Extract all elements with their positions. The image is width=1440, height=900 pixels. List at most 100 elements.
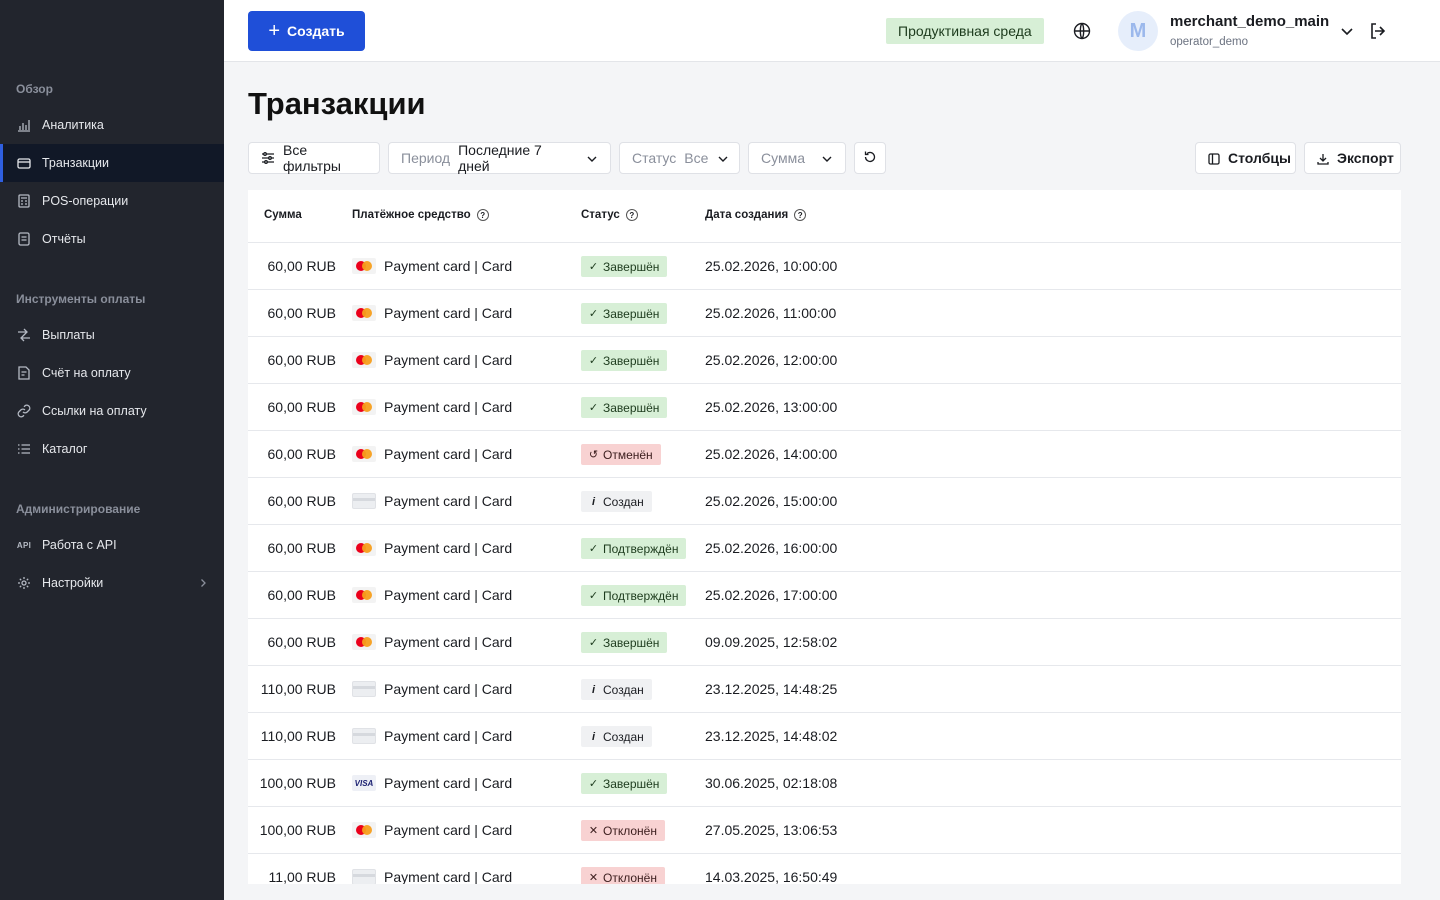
avatar[interactable]: M: [1118, 11, 1158, 51]
table-row[interactable]: 60,00 RUB Payment card | Card ↺ Отменён 25.0…: [248, 431, 1401, 478]
mastercard-icon: [352, 822, 376, 838]
mastercard-icon: [352, 540, 376, 556]
status-select[interactable]: Статус Все: [619, 142, 740, 174]
columns-button[interactable]: Столбцы: [1195, 142, 1296, 174]
status-badge: ✓ Завершён: [581, 256, 668, 277]
logout-icon[interactable]: [1368, 21, 1388, 41]
sidebar-item-payouts[interactable]: Выплаты: [0, 316, 224, 354]
table-row[interactable]: 11,00 RUB Payment card | Card ✕ Отклонён 14.…: [248, 854, 1401, 884]
row-amount: 60,00 RUB: [267, 258, 336, 274]
chevron-down-icon[interactable]: [1339, 23, 1355, 39]
sidebar-section-overview: Обзор: [16, 82, 53, 96]
check-icon: ✓: [588, 355, 599, 367]
table-row[interactable]: 60,00 RUB Payment card | Card ✓ Подтверждён…: [248, 525, 1401, 572]
table-row[interactable]: 60,00 RUB Payment card | Card ✓ Подтверждён…: [248, 572, 1401, 619]
top-header: + Создать Продуктивная среда M merchant_…: [224, 0, 1440, 62]
sidebar-item-reports[interactable]: Отчёты: [0, 220, 224, 258]
check-icon: ✓: [588, 778, 599, 790]
wallet-icon: [16, 155, 32, 171]
row-amount: 60,00 RUB: [267, 399, 336, 415]
chevron-down-icon: [586, 152, 598, 164]
sidebar-item-analytics[interactable]: Аналитика: [0, 106, 224, 144]
table-row[interactable]: 60,00 RUB Payment card | Card i Создан 25.02…: [248, 478, 1401, 525]
row-payment-method: Payment card | Card: [384, 493, 513, 509]
status-label: Статус: [632, 150, 677, 166]
export-label: Экспорт: [1337, 150, 1394, 166]
payout-arrow-icon: [16, 327, 32, 343]
sidebar-item-payment-links[interactable]: Ссылки на оплату: [0, 392, 224, 430]
sidebar-item-pos[interactable]: POS-операции: [0, 182, 224, 220]
info-icon: i: [591, 495, 596, 508]
period-select[interactable]: Период Последние 7 дней: [388, 142, 611, 174]
sidebar-item-settings[interactable]: Настройки: [0, 564, 224, 602]
table-row[interactable]: 60,00 RUB Payment card | Card ✓ Завершён 25.…: [248, 290, 1401, 337]
status-label: Создан: [603, 494, 644, 509]
table-row[interactable]: 110,00 RUB Payment card | Card i Создан 23.1…: [248, 713, 1401, 760]
row-created-date: 09.09.2025, 12:58:02: [705, 634, 838, 650]
page-title: Транзакции: [248, 86, 426, 121]
amount-select[interactable]: Сумма: [748, 142, 846, 174]
api-icon: API: [16, 540, 32, 550]
table-row[interactable]: 100,00 RUB VISA Payment card | Card ✓ Заверш…: [248, 760, 1401, 807]
row-created-date: 25.02.2026, 14:00:00: [705, 446, 838, 462]
check-icon: ✓: [588, 261, 599, 273]
table-row[interactable]: 110,00 RUB Payment card | Card i Создан 23.1…: [248, 666, 1401, 713]
check-icon: ✓: [588, 590, 599, 602]
cross-icon: ✕: [588, 872, 599, 884]
generic-card-icon: [352, 869, 376, 884]
table-row[interactable]: 60,00 RUB Payment card | Card ✓ Завершён 25.…: [248, 337, 1401, 384]
status-badge: ✓ Завершён: [581, 303, 668, 324]
check-icon: ✓: [588, 543, 599, 555]
table-row[interactable]: 100,00 RUB Payment card | Card ✕ Отклонён 27…: [248, 807, 1401, 854]
table-row[interactable]: 60,00 RUB Payment card | Card ✓ Завершён 09.…: [248, 619, 1401, 666]
globe-icon[interactable]: [1072, 21, 1092, 41]
row-created-date: 14.03.2025, 16:50:49: [705, 869, 838, 884]
row-amount: 100,00 RUB: [259, 775, 336, 791]
column-header-amount[interactable]: Сумма: [264, 209, 302, 221]
chevron-down-icon: [717, 152, 729, 164]
help-icon[interactable]: ?: [476, 209, 489, 221]
status-label: Отменён: [603, 447, 653, 462]
refresh-button[interactable]: [854, 142, 886, 174]
sidebar-item-transactions[interactable]: Транзакции: [0, 144, 224, 182]
status-label: Завершён: [603, 306, 660, 321]
chevron-down-icon: [821, 152, 833, 164]
chevron-right-icon: [198, 575, 208, 591]
status-badge: ✓ Завершён: [581, 773, 668, 794]
sidebar-item-api[interactable]: API Работа с API: [0, 526, 224, 564]
status-badge: ✕ Отклонён: [581, 867, 665, 884]
row-amount: 60,00 RUB: [267, 446, 336, 462]
mastercard-icon: [352, 352, 376, 368]
status-label: Создан: [603, 682, 644, 697]
sidebar-section-payment-tools: Инструменты оплаты: [16, 292, 146, 306]
column-header-date[interactable]: Дата создания?: [705, 209, 807, 221]
account-username: operator_demo: [1170, 36, 1248, 48]
info-icon: i: [591, 683, 596, 696]
help-icon[interactable]: ?: [794, 209, 807, 221]
help-icon[interactable]: ?: [625, 209, 638, 221]
all-filters-button[interactable]: Все фильтры: [248, 142, 380, 174]
visa-icon: VISA: [352, 775, 376, 791]
column-header-method[interactable]: Платёжное средство?: [352, 209, 489, 221]
row-amount: 11,00 RUB: [268, 869, 336, 884]
row-payment-method: Payment card | Card: [384, 681, 513, 697]
sidebar-item-catalog[interactable]: Каталог: [0, 430, 224, 468]
check-icon: ✓: [588, 402, 599, 414]
row-payment-method: Payment card | Card: [384, 399, 513, 415]
table-row[interactable]: 60,00 RUB Payment card | Card ✓ Завершён 25.…: [248, 384, 1401, 431]
row-payment-method: Payment card | Card: [384, 728, 513, 744]
gear-icon: [16, 575, 32, 591]
row-amount: 60,00 RUB: [267, 540, 336, 556]
row-payment-method: Payment card | Card: [384, 587, 513, 603]
row-amount: 110,00 RUB: [260, 681, 336, 697]
export-button[interactable]: Экспорт: [1304, 142, 1401, 174]
table-row[interactable]: 60,00 RUB Payment card | Card ✓ Завершён 25.…: [248, 243, 1401, 290]
sidebar-item-invoice[interactable]: Счёт на оплату: [0, 354, 224, 392]
column-header-status[interactable]: Статус?: [581, 209, 638, 221]
sidebar: Обзор Аналитика Транзакции POS-операции …: [0, 0, 224, 900]
account-name[interactable]: merchant_demo_main: [1170, 13, 1329, 30]
all-filters-label: Все фильтры: [283, 142, 341, 174]
check-icon: ✓: [588, 637, 599, 649]
create-button[interactable]: + Создать: [248, 11, 365, 51]
pos-terminal-icon: [16, 193, 32, 209]
